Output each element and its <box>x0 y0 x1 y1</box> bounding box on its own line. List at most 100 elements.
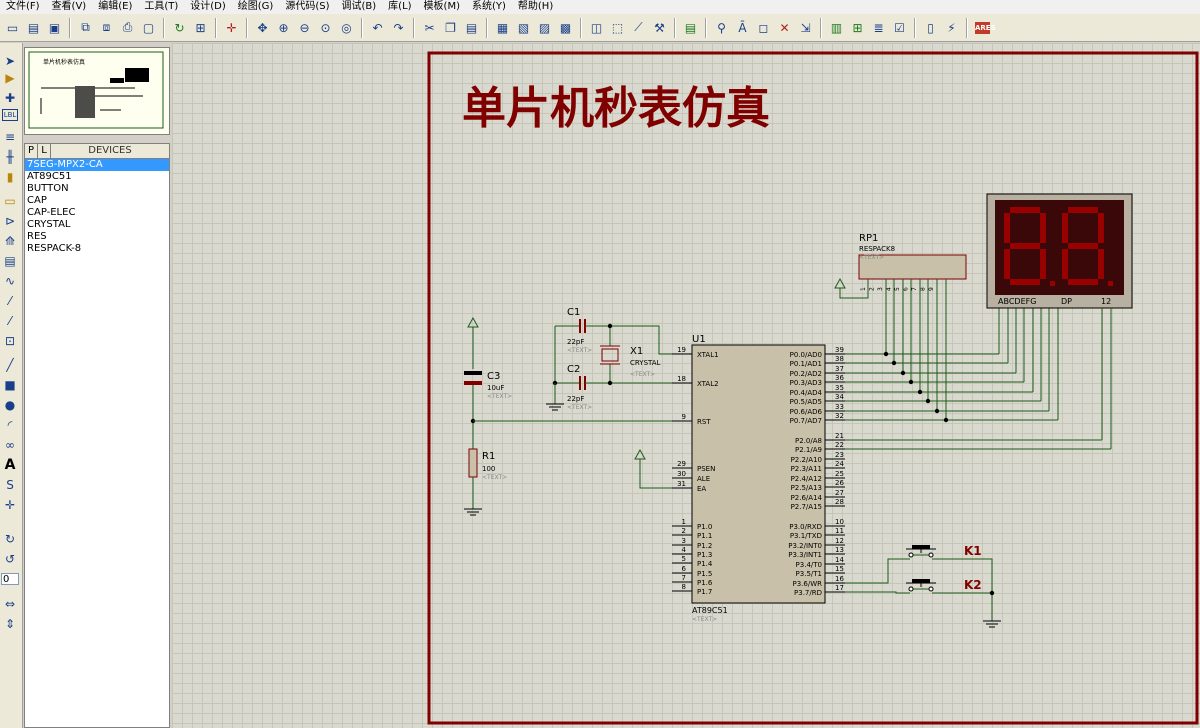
print-icon[interactable]: ⎙ <box>118 18 137 38</box>
zoom-in-icon[interactable]: ⊕ <box>274 18 293 38</box>
device-list-item[interactable]: RES <box>25 231 169 243</box>
block-delete-icon[interactable]: ▩ <box>556 18 575 38</box>
bus-icon[interactable]: ╫ <box>2 149 18 165</box>
compile-icon[interactable]: ▯ <box>921 18 940 38</box>
export-icon[interactable]: ⧈ <box>97 18 116 38</box>
copy-icon[interactable]: ❐ <box>441 18 460 38</box>
paste-icon[interactable]: ▤ <box>462 18 481 38</box>
device-list-item[interactable]: BUTTON <box>25 183 169 195</box>
ares-button[interactable]: ARES <box>973 18 996 38</box>
rotate-clockwise-icon[interactable]: ↻ <box>2 531 18 547</box>
text-icon[interactable]: A <box>2 457 18 473</box>
device-pins-icon[interactable]: ⊳ <box>2 213 18 229</box>
menu-item-0[interactable]: 文件(F) <box>0 0 46 14</box>
device-list-item[interactable]: AT89C51 <box>25 171 169 183</box>
component-mode-icon[interactable]: ▶ <box>2 70 18 86</box>
remove-sheet-icon[interactable]: ✕ <box>775 18 794 38</box>
virtual-instruments-icon[interactable]: ⊡ <box>2 333 18 349</box>
device-list-item[interactable]: 7SEG-MPX2-CA <box>25 159 169 171</box>
print-area-icon[interactable]: ▢ <box>139 18 158 38</box>
rotation-angle-input[interactable]: 0 <box>1 573 19 585</box>
import-icon[interactable]: ⧉ <box>76 18 95 38</box>
u1-pin-name: P3.0/RXD <box>789 523 822 531</box>
pick-from-library-button[interactable]: P <box>25 144 38 158</box>
voltage-probe-icon[interactable]: ⁄ <box>2 293 18 309</box>
menu-item-5[interactable]: 绘图(G) <box>232 0 280 14</box>
block-rotate-icon[interactable]: ▨ <box>535 18 554 38</box>
device-list-item[interactable]: CRYSTAL <box>25 219 169 231</box>
design-explorer-icon[interactable]: ▤ <box>681 18 700 38</box>
tape-recorder-icon[interactable]: ▤ <box>2 253 18 269</box>
r1-resistor[interactable] <box>468 448 478 478</box>
new-sheet-icon[interactable]: ◻ <box>754 18 773 38</box>
make-device-icon[interactable]: ⬚ <box>608 18 627 38</box>
grid-icon[interactable]: ⊞ <box>191 18 210 38</box>
property-assign-icon[interactable]: Ā <box>733 18 752 38</box>
segment-d <box>1010 279 1040 285</box>
goto-sheet-icon[interactable]: ⇲ <box>796 18 815 38</box>
device-panel-header: P L DEVICES <box>25 144 169 159</box>
open-folder-icon[interactable]: ▤ <box>24 18 43 38</box>
menu-item-9[interactable]: 模板(M) <box>418 0 466 14</box>
k1-button-plunger[interactable] <box>912 545 930 549</box>
rotate-anticlockwise-icon[interactable]: ↺ <box>2 551 18 567</box>
menu-item-8[interactable]: 库(L) <box>382 0 417 14</box>
menu-item-6[interactable]: 源代码(S) <box>279 0 335 14</box>
terminals-icon[interactable]: ▭ <box>2 193 18 209</box>
flip-horizontal-icon[interactable]: ⇔ <box>2 596 18 612</box>
x1-crystal[interactable] <box>601 348 619 362</box>
path-icon[interactable]: ∞ <box>2 437 18 453</box>
overview-window[interactable]: 单片机秒表仿真 <box>24 47 170 135</box>
arc-icon[interactable]: ◜ <box>2 417 18 433</box>
menu-item-11[interactable]: 帮助(H) <box>512 0 559 14</box>
save-icon[interactable]: ▣ <box>45 18 64 38</box>
device-list-item[interactable]: CAP-ELEC <box>25 207 169 219</box>
circle-icon[interactable]: ● <box>2 397 18 413</box>
block-copy-icon[interactable]: ▦ <box>493 18 512 38</box>
menu-item-1[interactable]: 查看(V) <box>46 0 93 14</box>
refresh-icon[interactable]: ↻ <box>170 18 189 38</box>
menu-item-10[interactable]: 系统(Y) <box>466 0 512 14</box>
library-manager-button[interactable]: L <box>38 144 51 158</box>
subcircuit-icon[interactable]: ▮ <box>2 169 18 185</box>
zoom-out-icon[interactable]: ⊖ <box>295 18 314 38</box>
zoom-area-icon[interactable]: ◎ <box>337 18 356 38</box>
undo-icon[interactable]: ↶ <box>368 18 387 38</box>
schematic-canvas[interactable]: 单片机秒表仿真 U1 AT89C51 <TEXT> 19 XTAL1 18 XTAL2 9 RST… <box>172 43 1200 728</box>
zoom-all-icon[interactable]: ⊙ <box>316 18 335 38</box>
junction-dot-icon[interactable]: ✚ <box>2 90 18 106</box>
menu-item-3[interactable]: 工具(T) <box>138 0 184 14</box>
origin-icon[interactable]: ✛ <box>222 18 241 38</box>
packaging-tool-icon[interactable]: ⚒ <box>650 18 669 38</box>
cut-icon[interactable]: ✂ <box>420 18 439 38</box>
box-icon[interactable]: ■ <box>2 377 18 393</box>
add-sheet-icon[interactable]: ⊞ <box>848 18 867 38</box>
graph-icon[interactable]: ⟰ <box>2 233 18 249</box>
bill-of-materials-icon[interactable]: ▥ <box>827 18 846 38</box>
pick-device-icon[interactable]: ◫ <box>587 18 606 38</box>
wire-autoroute-icon[interactable]: ⟋ <box>629 18 648 38</box>
selection-mode-icon[interactable]: ➤ <box>2 53 18 69</box>
line-icon[interactable]: ╱ <box>2 357 18 373</box>
generator-icon[interactable]: ∿ <box>2 273 18 289</box>
device-list-item[interactable]: RESPACK-8 <box>25 243 169 255</box>
k2-button-plunger[interactable] <box>912 579 930 583</box>
text-script-icon[interactable]: ≡ <box>2 129 18 145</box>
symbol-icon[interactable]: S <box>2 477 18 493</box>
new-file-icon[interactable]: ▭ <box>3 18 22 38</box>
menu-item-2[interactable]: 编辑(E) <box>92 0 138 14</box>
device-list-item[interactable]: CAP <box>25 195 169 207</box>
redo-icon[interactable]: ↷ <box>389 18 408 38</box>
block-move-icon[interactable]: ▧ <box>514 18 533 38</box>
wire-label-icon[interactable]: LBL <box>2 109 18 121</box>
menu-item-7[interactable]: 调试(B) <box>336 0 383 14</box>
netlist-icon[interactable]: ≣ <box>869 18 888 38</box>
menu-item-4[interactable]: 设计(D) <box>184 0 232 14</box>
pan-icon[interactable]: ✥ <box>253 18 272 38</box>
search-tag-icon[interactable]: ⚲ <box>712 18 731 38</box>
electrical-check-icon[interactable]: ☑ <box>890 18 909 38</box>
netlist-to-ares-icon[interactable]: ⚡ <box>942 18 961 38</box>
flip-vertical-icon[interactable]: ⇕ <box>2 616 18 632</box>
marker-icon[interactable]: ✛ <box>2 497 18 513</box>
current-probe-icon[interactable]: ⁄ <box>2 313 18 329</box>
